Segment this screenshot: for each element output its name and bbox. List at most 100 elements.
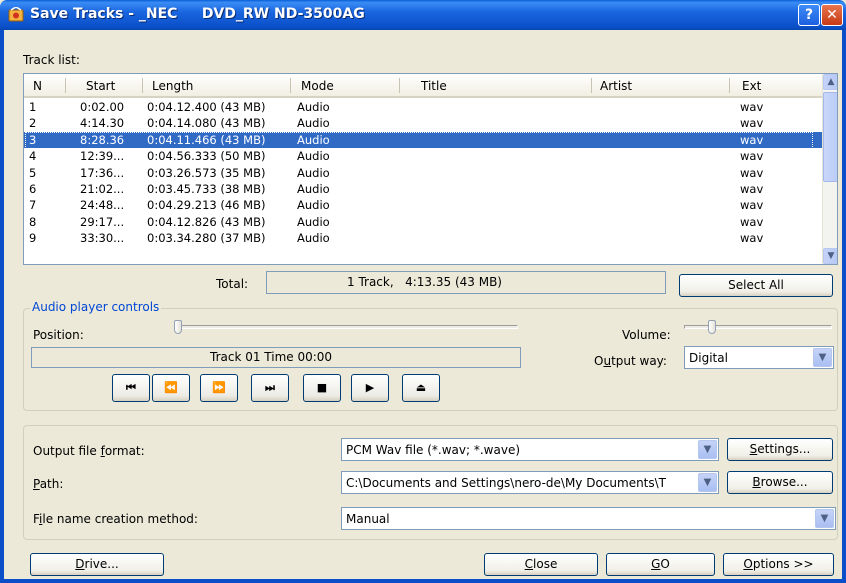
scroll-down-icon[interactable]: ▼ xyxy=(823,248,837,264)
browse-button[interactable]: Browse... xyxy=(727,471,833,494)
track-cell-n: 7 xyxy=(29,198,37,213)
column-divider[interactable] xyxy=(729,78,730,93)
track-cell-mode: Audio xyxy=(297,182,330,196)
output-format-select[interactable]: PCM Wav file (*.wav; *.wave) ▼ xyxy=(341,438,719,461)
track-list-scrollbar[interactable]: ▲ ▼ xyxy=(822,74,837,264)
options-button[interactable]: Options >> xyxy=(723,553,834,576)
total-label: Total: xyxy=(216,277,249,291)
chevron-down-icon[interactable]: ▼ xyxy=(698,440,717,459)
output-format-value: PCM Wav file (*.wav; *.wave) xyxy=(346,443,521,457)
path-select[interactable]: C:\Documents and Settings\nero-de\My Doc… xyxy=(341,471,719,494)
track-cell-start: 17:36... xyxy=(80,165,125,180)
scroll-thumb[interactable] xyxy=(823,92,837,182)
output-format-label: Output file format: xyxy=(33,444,145,458)
total-value: 1 Track, 4:13.35 (43 MB) xyxy=(347,275,502,289)
track-cell-length: 0:04.14.080 (43 MB) xyxy=(147,116,266,131)
track-row[interactable]: 5 17:36... 0:03.26.573 (35 MB) Audio wav xyxy=(24,165,822,181)
player-status-text: Track 01 Time 00:00 xyxy=(210,350,333,364)
chevron-down-icon[interactable]: ▼ xyxy=(813,348,832,367)
track-cell-ext: wav xyxy=(740,214,764,229)
output-way-select[interactable]: Digital ▼ xyxy=(684,346,834,369)
column-divider[interactable] xyxy=(65,78,66,93)
position-slider-thumb[interactable] xyxy=(174,320,182,334)
track-list[interactable]: N Start Length Mode Title Artist Ext 1 0:… xyxy=(23,73,838,265)
track-cell-start: 24:48... xyxy=(80,198,125,213)
volume-label: Volume: xyxy=(622,328,671,342)
track-cell-length: 0:04.56.333 (50 MB) xyxy=(147,149,266,164)
track-row[interactable]: 3 8:28.36 0:04.11.466 (43 MB) Audio wav xyxy=(24,131,822,149)
track-cell-mode: Audio xyxy=(297,132,330,147)
track-row[interactable]: 8 29:17... 0:04.12.826 (43 MB) Audio wav xyxy=(24,214,822,230)
output-way-label: Output way: xyxy=(594,354,667,368)
column-header-length[interactable]: Length xyxy=(152,79,193,93)
column-divider[interactable] xyxy=(142,78,143,93)
total-display: 1 Track, 4:13.35 (43 MB) xyxy=(266,271,666,294)
eject-button[interactable]: ⏏ xyxy=(402,374,440,402)
select-all-button[interactable]: Select All xyxy=(679,274,833,297)
track-row[interactable]: 9 33:30... 0:03.34.280 (37 MB) Audio wav xyxy=(24,230,822,246)
track-cell-n: 8 xyxy=(29,214,37,229)
path-value: C:\Documents and Settings\nero-de\My Doc… xyxy=(346,476,667,490)
track-cell-start: 29:17... xyxy=(80,214,125,229)
track-row[interactable]: 1 0:02.00 0:04.12.400 (43 MB) Audio wav xyxy=(24,99,822,115)
column-divider[interactable] xyxy=(591,78,592,93)
chevron-down-icon[interactable]: ▼ xyxy=(698,473,717,492)
select-all-label: Select All xyxy=(728,278,784,292)
fast-forward-button[interactable]: ⏩ xyxy=(200,374,238,402)
column-header-mode[interactable]: Mode xyxy=(301,79,334,93)
stop-button[interactable]: ■ xyxy=(303,374,341,402)
rewind-button[interactable]: ⏪ xyxy=(152,374,190,402)
track-cell-length: 0:03.45.733 (38 MB) xyxy=(147,182,266,196)
track-cell-ext: wav xyxy=(740,198,764,213)
track-row[interactable]: 4 12:39... 0:04.56.333 (50 MB) Audio wav xyxy=(24,148,822,164)
column-header-title[interactable]: Title xyxy=(421,79,447,93)
track-row[interactable]: 7 24:48... 0:04.29.213 (46 MB) Audio wav xyxy=(24,197,822,213)
file-name-method-value: Manual xyxy=(346,512,390,526)
scroll-up-icon[interactable]: ▲ xyxy=(823,74,837,90)
track-cell-n: 1 xyxy=(29,100,37,114)
column-header-ext[interactable]: Ext xyxy=(742,79,761,93)
track-cell-mode: Audio xyxy=(297,198,330,213)
track-cell-mode: Audio xyxy=(297,100,330,114)
settings-button[interactable]: Settings... xyxy=(727,438,833,461)
volume-slider[interactable] xyxy=(684,325,832,329)
track-row[interactable]: 2 4:14.30 0:04.14.080 (43 MB) Audio wav xyxy=(24,115,822,131)
track-cell-start: 0:02.00 xyxy=(80,100,125,114)
track-cell-n: 9 xyxy=(29,231,37,246)
next-track-button[interactable]: ⏭ xyxy=(251,374,289,402)
track-cell-ext: wav xyxy=(740,165,764,180)
track-cell-length: 0:04.12.826 (43 MB) xyxy=(147,214,266,229)
track-cell-start: 12:39... xyxy=(80,149,125,164)
track-row[interactable]: 6 21:02... 0:03.45.733 (38 MB) Audio wav xyxy=(24,181,822,197)
chevron-down-icon[interactable]: ▼ xyxy=(815,509,834,528)
track-cell-ext: wav xyxy=(740,149,764,164)
track-cell-mode: Audio xyxy=(297,214,330,229)
volume-slider-thumb[interactable] xyxy=(707,320,716,334)
help-button[interactable]: ? xyxy=(798,4,820,26)
close-window-button[interactable]: ✕ xyxy=(821,4,843,26)
track-list-header: N Start Length Mode Title Artist Ext xyxy=(24,74,822,98)
track-cell-length: 0:04.29.213 (46 MB) xyxy=(147,198,266,213)
title-bar[interactable]: Save Tracks - _NEC DVD_RW ND-3500AG ? ✕ xyxy=(0,0,846,30)
audio-player-legend: Audio player controls xyxy=(30,300,162,314)
close-button[interactable]: Close xyxy=(484,553,598,576)
column-divider[interactable] xyxy=(399,78,400,93)
track-cell-length: 0:03.26.573 (35 MB) xyxy=(147,165,266,180)
go-button[interactable]: GO xyxy=(606,553,715,576)
column-header-n[interactable]: N xyxy=(33,79,42,93)
track-cell-length: 0:03.34.280 (37 MB) xyxy=(147,231,266,246)
file-name-method-select[interactable]: Manual ▼ xyxy=(341,507,836,530)
track-cell-ext: wav xyxy=(740,182,764,196)
play-button[interactable]: ▶ xyxy=(351,374,389,402)
position-slider[interactable] xyxy=(174,325,518,329)
track-cell-ext: wav xyxy=(740,132,764,147)
drive-button[interactable]: Drive... xyxy=(30,553,164,576)
previous-track-button[interactable]: ⏮ xyxy=(112,374,150,402)
path-label: Path: xyxy=(33,477,64,491)
track-cell-n: 3 xyxy=(29,132,37,147)
track-cell-mode: Audio xyxy=(297,231,330,246)
column-divider[interactable] xyxy=(290,78,291,93)
position-label: Position: xyxy=(33,328,84,342)
column-header-artist[interactable]: Artist xyxy=(600,79,632,93)
column-header-start[interactable]: Start xyxy=(86,79,115,93)
